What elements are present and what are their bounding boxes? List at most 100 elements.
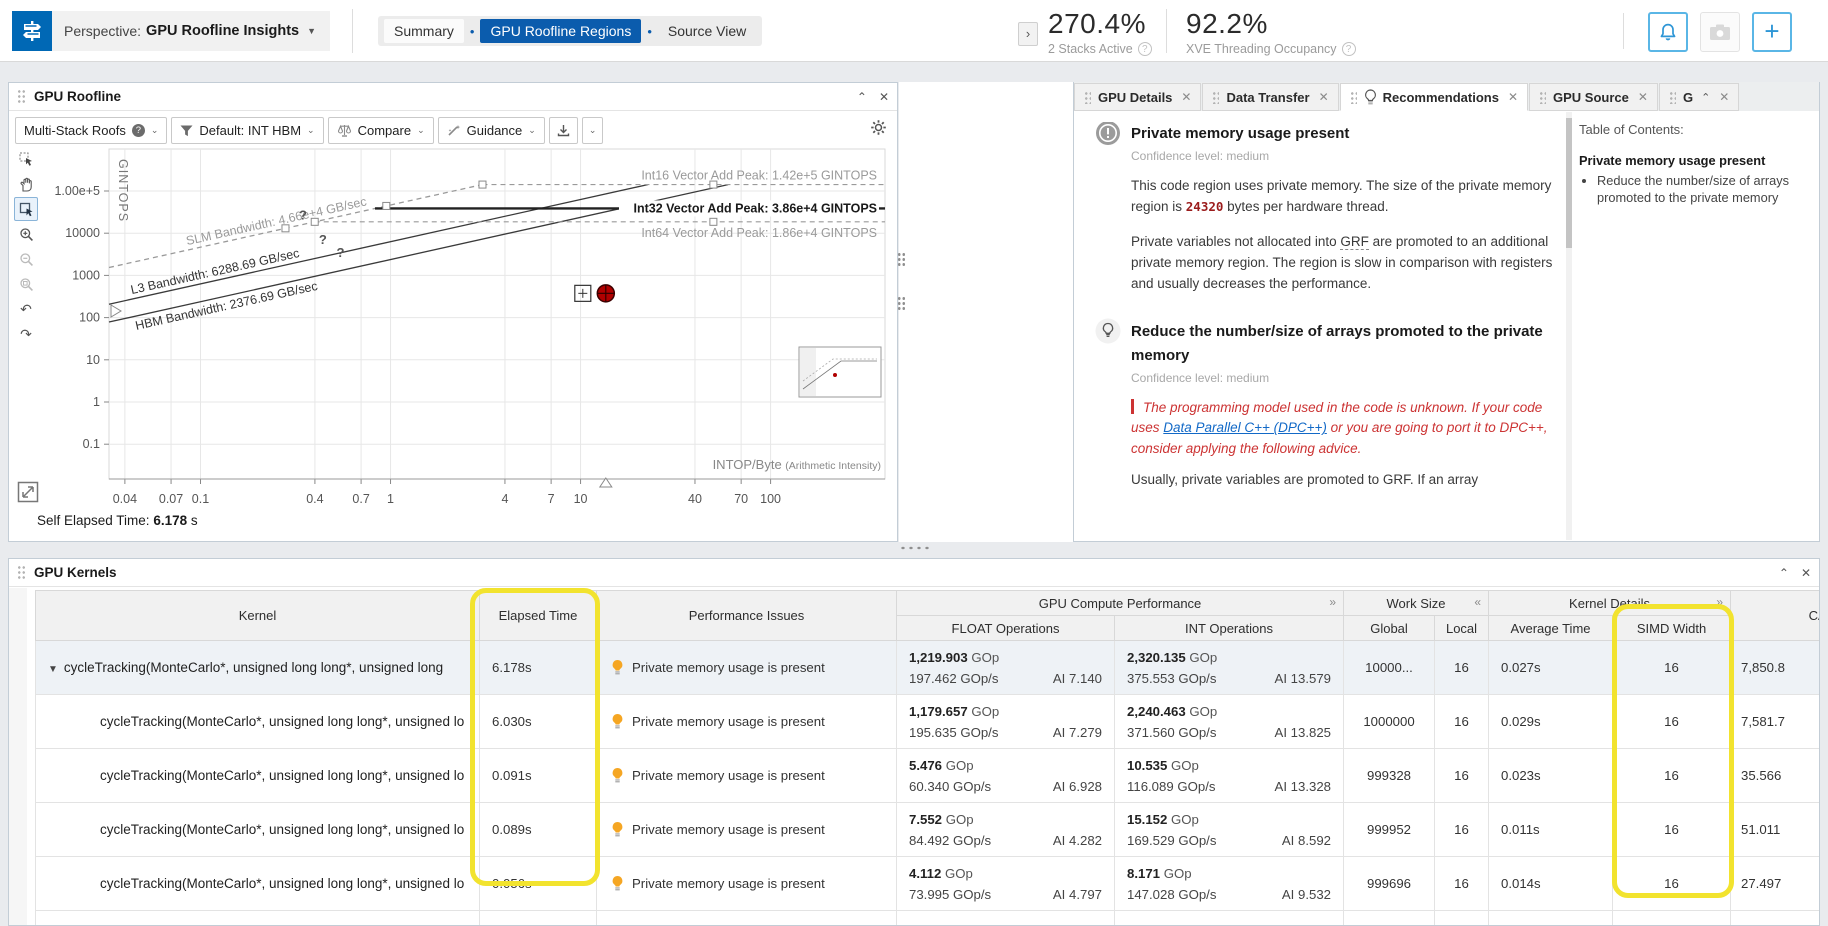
- col-group-kernel-details[interactable]: Kernel Details»: [1489, 591, 1731, 616]
- details-tab-recommendations[interactable]: Recommendations ✕: [1340, 83, 1528, 111]
- kernel-name-cell[interactable]: cycleTracking(MonteCarlo*, unsigned long…: [36, 803, 480, 857]
- col-header-simd-width[interactable]: SIMD Width: [1613, 616, 1731, 641]
- tab-label: G: [1683, 90, 1693, 105]
- roofline-chart[interactable]: SLM Bandwidth: 4.66e+4 GB/secL3 Bandwidt…: [43, 135, 895, 535]
- kernel-row[interactable]: cycleTracking(MonteCarlo*, unsigned long…: [36, 803, 1820, 857]
- drag-handle-icon: [1350, 91, 1357, 104]
- panel-resize-handle[interactable]: [897, 296, 906, 312]
- kernel-row[interactable]: cycleTracking(MonteCarlo*, unsigned long…: [36, 695, 1820, 749]
- close-panel-icon[interactable]: ✕: [879, 90, 889, 104]
- horizontal-splitter-handle[interactable]: [899, 545, 933, 551]
- col-header-global[interactable]: Global: [1344, 616, 1435, 641]
- panel-resize-handle[interactable]: [897, 252, 906, 268]
- col-header-float-operations[interactable]: FLOAT Operations: [897, 616, 1115, 641]
- expand-group-icon[interactable]: »: [1716, 595, 1723, 609]
- perspective-value: GPU Roofline Insights: [146, 23, 299, 39]
- collapse-panel-icon[interactable]: ⌃: [1779, 566, 1789, 580]
- collapse-panel-icon[interactable]: ⌃: [857, 90, 867, 104]
- notifications-button[interactable]: [1648, 12, 1688, 52]
- select-icon[interactable]: [14, 147, 38, 171]
- simd-width-cell: 16: [1613, 749, 1731, 803]
- dpcpp-link[interactable]: Data Parallel C++ (DPC++): [1163, 420, 1327, 435]
- elapsed-time-cell: 6.178s: [480, 641, 597, 695]
- pan-icon[interactable]: [14, 172, 38, 196]
- details-tab-gpu-source[interactable]: GPU Source✕: [1529, 83, 1658, 111]
- col-header-kernel[interactable]: Kernel: [36, 591, 480, 641]
- kernel-name-cell[interactable]: cycleTracking(MonteCarlo*, unsigned long…: [36, 695, 480, 749]
- tab-separator-dot: •: [470, 24, 475, 39]
- col-header-carm[interactable]: CARM,: [1731, 591, 1819, 641]
- x-tick-label: 0.7: [352, 492, 369, 506]
- toc-item[interactable]: Reduce the number/size of arrays promote…: [1597, 172, 1811, 207]
- local-work-size-cell: 16: [1435, 803, 1489, 857]
- drag-handle-icon[interactable]: [17, 89, 26, 104]
- scrollbar-thumb[interactable]: [1566, 118, 1572, 248]
- col-header-performance-issues[interactable]: Performance Issues: [597, 591, 897, 641]
- close-tab-icon[interactable]: ✕: [1638, 90, 1648, 104]
- expand-row-icon[interactable]: ▼: [48, 664, 58, 675]
- bulb-icon: [611, 767, 624, 784]
- warning-bar: [1131, 399, 1134, 414]
- divider: [1166, 9, 1167, 53]
- redo-icon[interactable]: ↷: [14, 322, 38, 346]
- self-elapsed-unit: s: [191, 513, 198, 528]
- help-icon[interactable]: ?: [1342, 42, 1356, 56]
- performance-issue-cell[interactable]: Private memory usage is present: [597, 641, 897, 695]
- kernel-row[interactable]: ▼cycleTracking(MonteCarlo*, unsigned lon…: [36, 641, 1820, 695]
- report-tab-summary[interactable]: Summary: [384, 19, 464, 43]
- help-icon[interactable]: ?: [1138, 42, 1152, 56]
- close-tab-icon[interactable]: ✕: [1181, 90, 1191, 104]
- report-tab-source-view[interactable]: Source View: [658, 19, 756, 43]
- grf-term[interactable]: GRF: [1340, 234, 1369, 250]
- expand-metrics-button[interactable]: ›: [1018, 22, 1038, 46]
- close-tab-icon[interactable]: ✕: [1319, 90, 1329, 104]
- toc-heading[interactable]: Private memory usage present: [1579, 153, 1811, 168]
- tab-label: Recommendations: [1383, 90, 1499, 105]
- kernel-row[interactable]: cycleTracking(MonteCarlo*, unsigned long…: [36, 749, 1820, 803]
- kernel-row-partial[interactable]: 4.028 GOp 8.015 GOp: [36, 911, 1820, 926]
- performance-issue-cell[interactable]: Private memory usage is present: [597, 857, 897, 911]
- expand-group-icon[interactable]: »: [1329, 595, 1336, 609]
- perspective-selector[interactable]: Perspective: GPU Roofline Insights ▼: [12, 11, 330, 51]
- local-work-size-cell: 16: [1435, 641, 1489, 695]
- col-header-elapsed-time[interactable]: Elapsed Time: [480, 591, 597, 641]
- close-tab-icon[interactable]: ✕: [1508, 90, 1518, 104]
- float-operations-cell: 1,179.657 GOp195.635 GOp/sAI 7.279: [897, 695, 1115, 749]
- carm-cell: 27.497: [1731, 857, 1819, 911]
- performance-issue-cell[interactable]: Private memory usage is present: [597, 803, 897, 857]
- col-group-gpu-compute-performance[interactable]: GPU Compute Performance»: [897, 591, 1344, 616]
- chevron-down-icon: ▼: [307, 26, 316, 36]
- close-tab-icon[interactable]: ✕: [1719, 90, 1729, 104]
- local-work-size-cell: 16: [1435, 695, 1489, 749]
- expand-group-icon[interactable]: «: [1474, 595, 1481, 609]
- drag-handle-icon[interactable]: [17, 565, 26, 580]
- close-panel-icon[interactable]: ✕: [1801, 566, 1811, 580]
- collapse-icon[interactable]: ⌃: [1701, 91, 1710, 104]
- col-header-local[interactable]: Local: [1435, 616, 1489, 641]
- col-header-average-time[interactable]: Average Time: [1489, 616, 1613, 641]
- undo-icon[interactable]: ↶: [14, 297, 38, 321]
- performance-issue-cell[interactable]: Private memory usage is present: [597, 749, 897, 803]
- kernel-name-cell[interactable]: cycleTracking(MonteCarlo*, unsigned long…: [36, 749, 480, 803]
- carm-cell: 35.566: [1731, 749, 1819, 803]
- zoom-in-icon[interactable]: [14, 222, 38, 246]
- expand-chart-button[interactable]: [17, 481, 41, 505]
- col-group-work-size[interactable]: Work Size«: [1344, 591, 1489, 616]
- details-tab-gpu-details[interactable]: GPU Details ✕: [1074, 83, 1201, 111]
- y-tick-label: 1.00e+5: [54, 184, 100, 198]
- kernel-name-cell[interactable]: ▼cycleTracking(MonteCarlo*, unsigned lon…: [36, 641, 480, 695]
- kernel-row[interactable]: cycleTracking(MonteCarlo*, unsigned long…: [36, 857, 1820, 911]
- details-tab-data-transfer[interactable]: Data Transfer✕: [1202, 83, 1338, 111]
- col-header-int-operations[interactable]: INT Operations: [1115, 616, 1344, 641]
- report-tab-gpu-roofline-regions[interactable]: GPU Roofline Regions: [480, 19, 641, 43]
- performance-issue-cell[interactable]: Private memory usage is present: [597, 695, 897, 749]
- new-project-button[interactable]: +: [1752, 12, 1792, 52]
- details-tab-g[interactable]: G ⌃ ✕: [1659, 83, 1739, 111]
- kernel-name-cell[interactable]: cycleTracking(MonteCarlo*, unsigned long…: [36, 857, 480, 911]
- plot-area[interactable]: [109, 149, 885, 479]
- int-operations-cell: 2,320.135 GOp375.553 GOp/sAI 13.579: [1115, 641, 1344, 695]
- box-select-icon[interactable]: [14, 197, 38, 221]
- tab-label: GPU Details: [1098, 90, 1172, 105]
- gpu-roofline-panel-header: GPU Roofline ⌃ ✕: [9, 83, 897, 111]
- gpu-kernels-panel-header: GPU Kernels ⌃ ✕: [9, 559, 1819, 587]
